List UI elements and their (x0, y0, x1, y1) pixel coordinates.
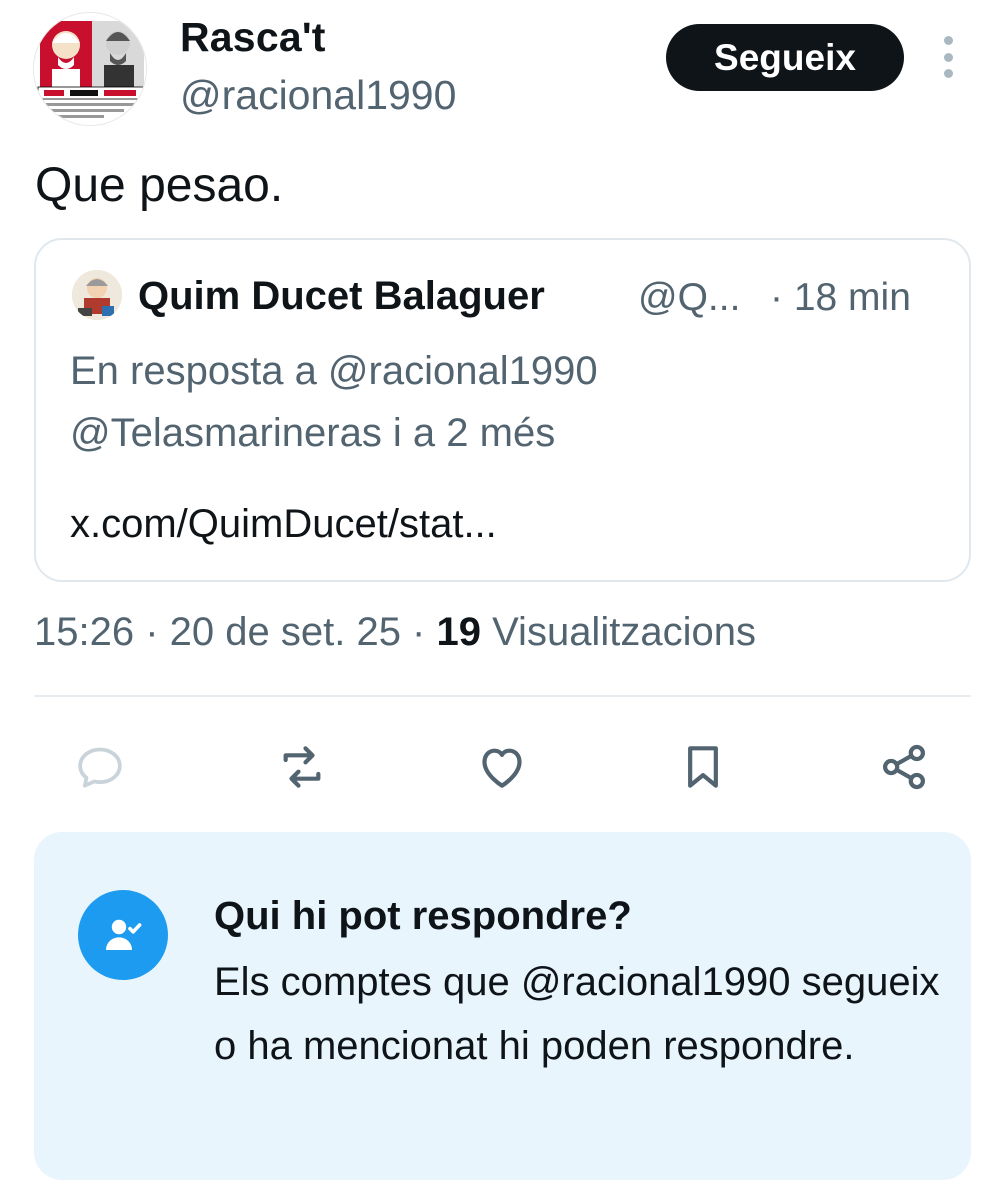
retweet-button[interactable] (272, 737, 332, 797)
share-button[interactable] (874, 737, 934, 797)
quoted-author-name[interactable]: Quim Ducet Balaguer (138, 274, 545, 319)
quoted-reply-context: En resposta a @racional1990 @Telasmarine… (70, 340, 598, 464)
reply-context-line-2: @Telasmarineras i a 2 més (70, 411, 556, 455)
bookmark-button[interactable] (673, 737, 733, 797)
bookmark-icon (688, 746, 718, 788)
quoted-tweet-time: · 18 min (770, 276, 911, 319)
views-count: 19 (436, 610, 481, 654)
follow-button[interactable]: Segueix (666, 24, 904, 91)
like-icon (482, 748, 522, 788)
quoted-author-handle[interactable]: @Q... (638, 276, 740, 320)
views-label: Visualitzacions (480, 610, 756, 654)
tweet-text: Que pesao. (35, 159, 284, 212)
tweet-detail: Rasca't @racional1990 Segueix Que pesao.… (0, 0, 1005, 1200)
author-avatar[interactable] (33, 12, 147, 126)
reply-icon (78, 747, 122, 788)
reply-restriction-panel: Qui hi pot respondre? Els comptes que @r… (34, 832, 971, 1180)
quoted-author-avatar[interactable] (72, 270, 122, 320)
author-handle[interactable]: @racional1990 (180, 72, 456, 119)
like-button[interactable] (472, 737, 532, 797)
kfc-parody-avatar-icon (34, 13, 146, 125)
reply-context-line-1: En resposta a @racional1990 (70, 349, 598, 393)
author-name[interactable]: Rasca't (180, 14, 326, 61)
quoted-tweet-card[interactable]: Quim Ducet Balaguer @Q... · 18 min En re… (34, 238, 971, 582)
retweet-icon (283, 746, 321, 788)
tweet-meta: 15:26 · 20 de set. 25 · 19 Visualitzacio… (34, 610, 756, 655)
reply-button[interactable] (70, 737, 130, 797)
caricature-avatar-icon (72, 270, 122, 320)
share-icon (883, 744, 925, 790)
tweet-timestamp[interactable]: 15:26 · 20 de set. 25 · (34, 610, 436, 654)
reply-restriction-title: Qui hi pot respondre? (214, 894, 632, 938)
mentioned-users-icon (78, 890, 168, 980)
reply-restriction-body: Els comptes que @racional1990 segueix o … (214, 960, 940, 1068)
divider (34, 695, 971, 697)
quoted-tweet-link[interactable]: x.com/QuimDucet/stat... (70, 502, 497, 547)
more-options-icon[interactable] (934, 36, 962, 78)
